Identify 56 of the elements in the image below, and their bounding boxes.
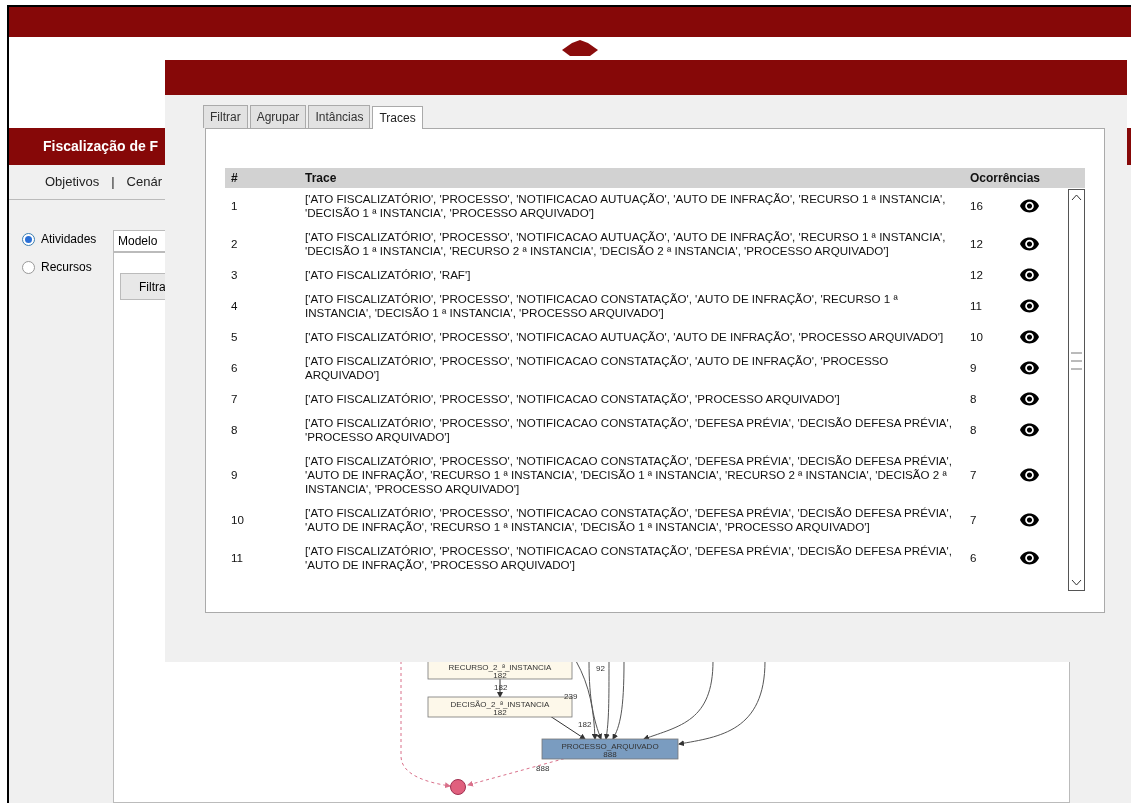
table-cell-text: ['ATO FISCALIZATÓRIO', 'PROCESSO', 'NOTIFICACAO CONSTATAÇÃO', 'DEFESA PRÉVIA', 'DECISÃO DEFESA PRÉVIA', 'AUTO DE INFRAÇÃO', 'PROCESSO ARQUIVADO'] bbox=[305, 544, 954, 572]
tab[interactable]: Filtrar bbox=[203, 105, 248, 128]
table-cell-text: 4 bbox=[230, 299, 238, 313]
edge-label: 888 bbox=[536, 764, 550, 773]
table-cell-text: ['ATO FISCALIZATÓRIO', 'PROCESSO', 'NOTIFICACAO AUTUAÇÃO', 'AUTO DE INFRAÇÃO', 'RECURSO 1 ª INSTANCIA', 'DECISÃO 1 ª INSTANCIA', 'RECURSO 2 ª INSTANCIA', 'DECISÃO 2 ª INSTANCIA', 'PROCESSO ARQUIVADO'] bbox=[305, 230, 947, 258]
column-header: Trace bbox=[305, 170, 337, 187]
table-cell: 12 bbox=[970, 237, 983, 251]
table-cell-text: 9 bbox=[230, 468, 238, 482]
table-cell: 11 bbox=[970, 299, 983, 313]
table-cell-text: 6 bbox=[230, 361, 238, 375]
nav-link[interactable]: Objetivos bbox=[45, 172, 100, 192]
node-count: 182 bbox=[493, 670, 507, 680]
table-cell-text: 7 bbox=[230, 392, 238, 406]
page-title: Fiscalização de F bbox=[43, 137, 159, 156]
node-count: 888 bbox=[603, 749, 617, 759]
edge-label: 239 bbox=[564, 692, 578, 701]
table-cell-text: ['ATO FISCALIZATÓRIO', 'PROCESSO', 'NOTIFICACAO CONSTATAÇÃO', 'AUTO DE INFRAÇÃO', 'RECURSO 1 ª INSTANCIA', 'DECISÃO 1 ª INSTANCIA', 'PROCESSO ARQUIVADO'] bbox=[305, 292, 899, 320]
tab[interactable]: Agrupar bbox=[249, 105, 307, 128]
table-cell: 16 bbox=[970, 199, 983, 213]
table-cell-text: ['ATO FISCALIZATÓRIO', 'PROCESSO', 'NOTIFICACAO CONSTATAÇÃO', 'DEFESA PRÉVIA', 'DECISÃO DEFESA PRÉVIA', 'AUTO DE INFRAÇÃO', 'RECURSO 1 ª INSTANCIA', 'DECISÃO 1 ª INSTANCIA', 'RECURSO 2 ª INSTANCIA', 'DECISÃO 2 ª INSTANCIA', 'PROCESSO ARQUIVADO'] bbox=[305, 454, 954, 496]
table-cell-text: ['ATO FISCALIZATÓRIO', 'PROCESSO', 'NOTIFICACAO CONSTATAÇÃO', 'AUTO DE INFRAÇÃO', 'PROCESSO ARQUIVADO'] bbox=[305, 354, 890, 382]
node-label: DECISÃO_2_ª_INSTANCIA bbox=[450, 699, 550, 709]
table-cell: 7 bbox=[970, 468, 977, 482]
table-cell: 8 bbox=[970, 423, 977, 437]
table-cell-text: ['ATO FISCALIZATÓRIO', 'RAF'] bbox=[305, 268, 472, 282]
table-cell-text: ['ATO FISCALIZATÓRIO', 'PROCESSO', 'NOTIFICACAO CONSTATAÇÃO', 'DEFESA PRÉVIA', 'DECISÃO DEFESA PRÉVIA', 'PROCESSO ARQUIVADO'] bbox=[305, 416, 954, 444]
nav-link[interactable]: Cenár bbox=[126, 172, 162, 192]
table-cell: 12 bbox=[970, 268, 983, 282]
table-cell: 9 bbox=[970, 361, 977, 375]
tab[interactable]: Traces bbox=[372, 106, 423, 129]
column-header: # bbox=[230, 170, 238, 187]
node-label: PROCESSO_ARQUIVADO bbox=[561, 741, 659, 751]
table-cell-text: ['ATO FISCALIZATÓRIO', 'PROCESSO', 'NOTIFICACAO CONSTATAÇÃO', 'DEFESA PRÉVIA', 'DECISÃO DEFESA PRÉVIA', 'AUTO DE INFRAÇÃO', 'RECURSO 1 ª INSTANCIA', 'DECISÃO 1 ª INSTANCIA', 'PROCESSO ARQUIVADO'] bbox=[305, 506, 954, 534]
table-cell-text: 8 bbox=[230, 423, 238, 437]
table-cell-text: 2 bbox=[230, 237, 238, 251]
table-cell-text: ['ATO FISCALIZATÓRIO', 'PROCESSO', 'NOTIFICACAO CONSTATAÇÃO', 'PROCESSO ARQUIVADO'] bbox=[305, 392, 841, 406]
node-label: RECURSO_2_ª_INSTANCIA bbox=[448, 662, 552, 672]
tab[interactable]: Intâncias bbox=[308, 105, 371, 128]
column-header: Ocorrências bbox=[970, 170, 1041, 187]
table-cell: 7 bbox=[970, 513, 977, 527]
table-cell-text: 11 bbox=[230, 551, 244, 565]
table-cell-text: ['ATO FISCALIZATÓRIO', 'PROCESSO', 'NOTIFICACAO AUTUAÇÃO', 'AUTO DE INFRAÇÃO', 'RECURSO 1 ª INSTANCIA', 'DECISÃO 1 ª INSTANCIA', 'PROCESSO ARQUIVADO'] bbox=[305, 192, 947, 220]
nav-separator: | bbox=[111, 173, 115, 192]
table-cell-text: 5 bbox=[230, 330, 238, 344]
table-cell-text: 1 bbox=[230, 199, 238, 213]
edge-label: 92 bbox=[596, 664, 605, 673]
table-cell-text: 3 bbox=[230, 268, 238, 282]
edge-label: 182 bbox=[578, 720, 592, 729]
table-cell: 8 bbox=[970, 392, 977, 406]
table-cell-text: 10 bbox=[230, 513, 244, 527]
table-cell-text: ['ATO FISCALIZATÓRIO', 'PROCESSO', 'NOTIFICACAO AUTUAÇÃO', 'AUTO DE INFRAÇÃO', 'PROCESSO ARQUIVADO'] bbox=[305, 330, 945, 344]
table-cell: 10 bbox=[970, 330, 983, 344]
node-count: 182 bbox=[493, 707, 507, 717]
radio-option[interactable]: Recursos bbox=[22, 258, 113, 276]
radio-option[interactable]: Atividades bbox=[22, 230, 113, 248]
table-cell: 6 bbox=[970, 551, 977, 565]
